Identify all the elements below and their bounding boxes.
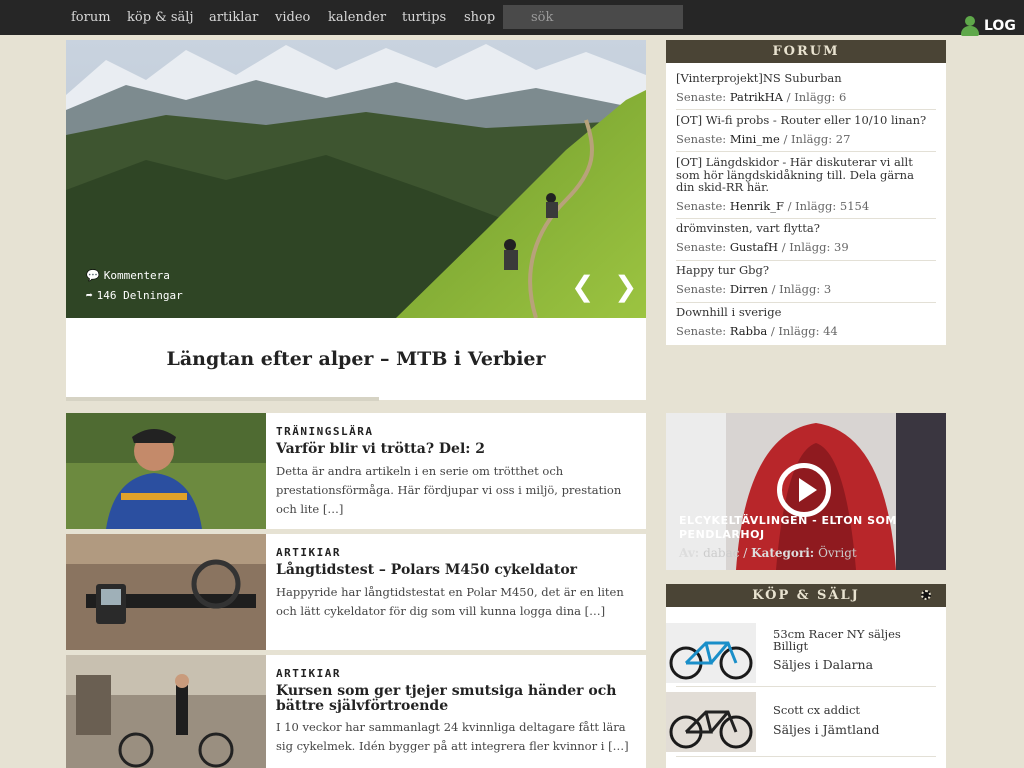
article-category: TRÄNINGSLÄRA	[276, 425, 374, 438]
next-arrow-icon[interactable]: ❯	[614, 273, 637, 301]
thread-meta: Senaste: Rabba / Inlägg: 44	[676, 323, 838, 338]
comment-label: Kommentera	[103, 269, 170, 282]
article-excerpt: Happyride har långtidstestat en Polar M4…	[276, 585, 624, 618]
article-thumbnail	[66, 413, 266, 529]
top-navigation: forum köp & sälj artiklar video kalender…	[0, 0, 1024, 36]
video-category[interactable]: Övrigt	[818, 546, 857, 560]
ad-location: Säljes i Dalarna	[773, 657, 874, 672]
video-author[interactable]: dabac	[703, 546, 739, 560]
login-label: LOG	[984, 18, 1016, 34]
thread-user[interactable]: Rabba	[730, 324, 767, 338]
article-excerpt: I 10 veckor har sammanlagt 24 kvinnliga …	[276, 720, 629, 753]
thread-title[interactable]: [Vinterprojekt]NS Suburban	[676, 72, 936, 85]
article-title[interactable]: Varför blir vi trötta? Del: 2	[276, 442, 626, 457]
gear-icon[interactable]	[921, 590, 931, 600]
thread-meta: Senaste: Mini_me / Inlägg: 27	[676, 131, 851, 146]
nav-kop-salj[interactable]: köp & sälj	[127, 10, 193, 25]
forum-thread[interactable]: drömvinsten, vart flytta? Senaste: Gusta…	[676, 222, 936, 254]
play-icon[interactable]	[777, 463, 831, 517]
video-widget[interactable]: ELCYKELTÄVLINGEN - ELTON SOM PENDLARHOJ …	[666, 413, 946, 570]
video-meta: Av: dabac / Kategori: Övrigt	[679, 546, 857, 560]
thread-posts: 3	[823, 281, 832, 296]
article-title[interactable]: Långtidstest – Polars M450 cykeldator	[276, 563, 626, 578]
article-card[interactable]: ARTIKIAR Kursen som ger tjejer smutsiga …	[66, 655, 646, 768]
thread-title[interactable]: drömvinsten, vart flytta?	[676, 222, 936, 235]
share-count: 146 Delningar	[96, 289, 183, 302]
thread-user[interactable]: Henrik_F	[730, 199, 784, 213]
nav-forum[interactable]: forum	[71, 10, 111, 25]
article-category: ARTIKIAR	[276, 546, 341, 559]
share-link[interactable]: ➦ 146 Delningar	[86, 289, 183, 302]
nav-turtips[interactable]: turtips	[402, 10, 446, 25]
ad-image	[666, 623, 756, 683]
ad-title[interactable]: 53cm Racer NY säljes Billigt	[773, 628, 933, 652]
login-button[interactable]: LOG	[960, 16, 1016, 36]
nav-kalender[interactable]: kalender	[328, 10, 386, 25]
thread-posts: 5154	[839, 198, 870, 213]
thread-title[interactable]: Downhill i sverige	[676, 306, 936, 319]
ad-location: Säljes i Jämtland	[773, 722, 880, 737]
hero-progress-bar	[66, 397, 379, 401]
article-card[interactable]: TRÄNINGSLÄRA Varför blir vi trötta? Del:…	[66, 413, 646, 529]
divider	[676, 756, 936, 757]
nav-shop[interactable]: shop	[464, 10, 495, 25]
article-thumbnail	[66, 534, 266, 650]
classified-ad[interactable]: Scott cx addict Säljes i Jämtland	[666, 692, 946, 754]
hero-title[interactable]: Längtan efter alper – MTB i Verbier	[66, 348, 646, 370]
comment-icon: 💬	[86, 269, 100, 282]
divider	[676, 260, 936, 261]
video-title[interactable]: ELCYKELTÄVLINGEN - ELTON SOM PENDLARHOJ	[679, 514, 939, 542]
forum-thread[interactable]: [OT] Wi-fi probs - Router eller 10/10 li…	[676, 114, 936, 146]
thread-posts: 27	[835, 131, 851, 146]
divider	[676, 109, 936, 110]
divider	[676, 218, 936, 219]
thread-posts: 39	[834, 239, 849, 254]
forum-thread[interactable]: Downhill i sverige Senaste: Rabba / Inlä…	[676, 306, 936, 338]
forum-thread[interactable]: Happy tur Gbg? Senaste: Dirren / Inlägg:…	[676, 264, 936, 296]
forum-thread[interactable]: [OT] Längdskidor - Här diskuterar vi all…	[676, 156, 936, 213]
user-icon	[960, 16, 980, 36]
hero-slider[interactable]: 💬 Kommentera ➦ 146 Delningar ❮ ❯	[66, 40, 646, 318]
thread-meta: Senaste: GustafH / Inlägg: 39	[676, 239, 849, 254]
search-input[interactable]	[503, 5, 683, 29]
thread-title[interactable]: [OT] Wi-fi probs - Router eller 10/10 li…	[676, 114, 936, 127]
kop-salj-header: KÖP & SÄLJ	[666, 584, 946, 607]
thread-meta: Senaste: PatrikHA / Inlägg: 6	[676, 89, 847, 104]
article-thumbnail	[66, 655, 266, 768]
kop-salj-widget: KÖP & SÄLJ 53cm Racer NY säljes Billigt …	[666, 584, 946, 768]
hero-caption: Längtan efter alper – MTB i Verbier	[66, 318, 646, 400]
ad-image	[666, 692, 756, 752]
divider	[676, 686, 936, 687]
thread-title[interactable]: [OT] Längdskidor - Här diskuterar vi all…	[676, 156, 936, 194]
article-excerpt: Detta är andra artikeln i en serie om tr…	[276, 464, 622, 516]
classified-ad[interactable]: 53cm Racer NY säljes Billigt Säljes i Da…	[666, 623, 946, 685]
thread-posts: 6	[838, 89, 847, 104]
thread-meta: Senaste: Henrik_F / Inlägg: 5154	[676, 198, 870, 213]
divider	[676, 302, 936, 303]
article-title[interactable]: Kursen som ger tjejer smutsiga händer oc…	[276, 684, 626, 714]
thread-user[interactable]: GustafH	[730, 240, 778, 254]
forum-thread[interactable]: [Vinterprojekt]NS Suburban Senaste: Patr…	[676, 72, 936, 104]
article-category: ARTIKIAR	[276, 667, 341, 680]
nav-video[interactable]: video	[275, 10, 310, 25]
ad-title[interactable]: Scott cx addict	[773, 704, 933, 716]
prev-arrow-icon[interactable]: ❮	[571, 273, 594, 301]
forum-header: FORUM	[666, 40, 946, 63]
forum-widget: FORUM [Vinterprojekt]NS Suburban Senaste…	[666, 40, 946, 345]
thread-title[interactable]: Happy tur Gbg?	[676, 264, 936, 277]
thread-meta: Senaste: Dirren / Inlägg: 3	[676, 281, 832, 296]
thread-user[interactable]: Dirren	[730, 282, 768, 296]
thread-user[interactable]: PatrikHA	[730, 90, 783, 104]
thread-posts: 44	[823, 323, 838, 338]
thread-user[interactable]: Mini_me	[730, 132, 780, 146]
share-icon: ➦	[86, 289, 93, 302]
nav-artiklar[interactable]: artiklar	[209, 10, 258, 25]
article-card[interactable]: ARTIKIAR Långtidstest – Polars M450 cyke…	[66, 534, 646, 650]
comment-link[interactable]: 💬 Kommentera	[86, 269, 170, 282]
divider	[676, 151, 936, 152]
